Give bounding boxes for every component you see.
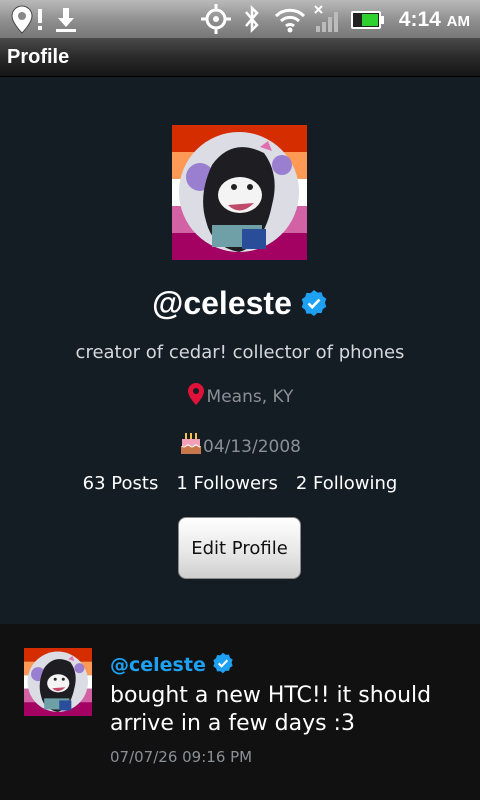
battery-icon — [351, 11, 384, 29]
profile-birthday: 04/13/2008 — [0, 431, 480, 457]
location-text: Means, KY — [206, 387, 294, 407]
status-bar: 4:14 AM — [0, 0, 480, 39]
download-icon — [56, 8, 76, 32]
profile-handle: @celeste — [152, 285, 292, 321]
verified-badge-icon — [213, 652, 233, 674]
avatar[interactable] — [172, 125, 307, 260]
birthday-text: 04/13/2008 — [203, 437, 301, 457]
gps-icon — [201, 4, 231, 34]
clock-ampm: AM — [446, 13, 470, 30]
location-alert-icon — [11, 5, 42, 34]
followers-count[interactable]: 1 Followers — [176, 473, 278, 494]
post-avatar[interactable] — [24, 648, 92, 716]
wifi-icon — [274, 8, 306, 33]
clock: 4:14 AM — [399, 5, 470, 35]
profile-header: @celeste creator of cedar! collector of … — [0, 77, 480, 624]
page-title: Profile — [7, 46, 70, 68]
post-timestamp: 07/07/26 09:16 PM — [110, 748, 253, 766]
clock-time: 4:14 — [398, 8, 441, 31]
posts-count[interactable]: 63 Posts — [83, 473, 159, 494]
birthday-cake-icon — [181, 433, 201, 454]
title-bar: Profile — [0, 38, 480, 77]
post-handle[interactable]: @celeste — [110, 654, 206, 676]
edit-profile-button[interactable]: Edit Profile — [178, 517, 301, 579]
profile-handle-row: @celeste — [0, 285, 480, 322]
profile-bio: creator of cedar! collector of phones — [75, 342, 405, 363]
verified-badge-icon — [301, 290, 327, 316]
following-count[interactable]: 2 Following — [296, 473, 397, 494]
post-text: bought a new HTC!! it should arrive in a… — [110, 683, 432, 736]
location-pin-icon — [187, 383, 204, 405]
post-handle-row: @celeste — [110, 652, 234, 676]
bluetooth-icon — [245, 4, 259, 34]
post-item[interactable]: @celeste bought a new HTC!! it should ar… — [0, 624, 480, 800]
no-signal-icon — [314, 5, 338, 32]
profile-location: Means, KY — [0, 382, 480, 407]
profile-stats: 63 Posts 1 Followers 2 Following — [0, 473, 480, 494]
